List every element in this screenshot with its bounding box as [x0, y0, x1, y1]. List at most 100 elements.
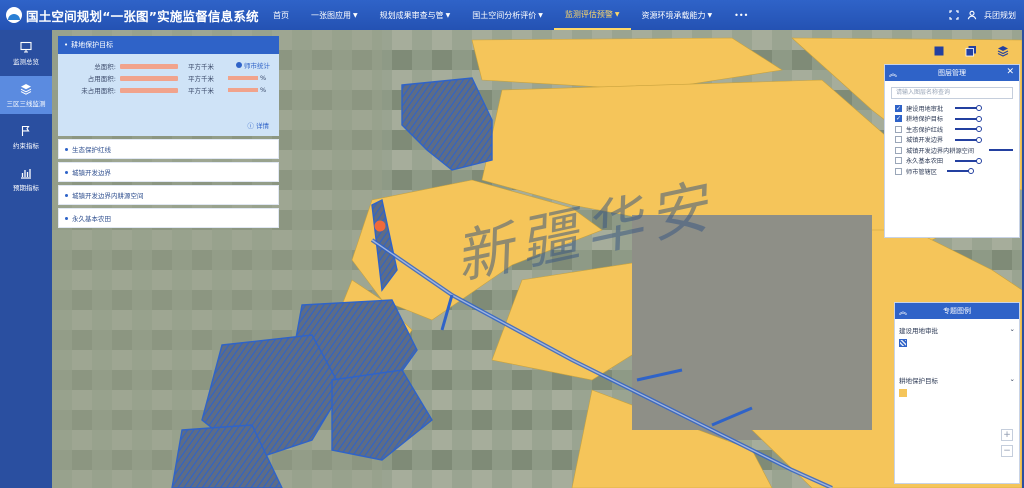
division-stats-toggle[interactable]: 师市统计 — [236, 60, 270, 70]
detail-link[interactable]: ⓘ 详情 — [247, 120, 269, 130]
nav-item-monitoring[interactable]: 监测评估预警 ▼ — [553, 0, 631, 30]
layer-search-input[interactable]: 请输入图层名称查询 — [891, 87, 1013, 99]
chevron-down-icon: ▼ — [614, 10, 620, 18]
legend-group[interactable]: 建设用地审批 ⌄ — [895, 319, 1019, 337]
sidebar-item-expected[interactable]: 预期指标 — [0, 160, 52, 198]
bullet-icon — [65, 193, 68, 197]
sidebar-item-constraint[interactable]: 约束指标 — [0, 118, 52, 156]
legend-panel-header: ︽ 专题图例 — [895, 303, 1019, 319]
map-toolbar — [923, 40, 1019, 62]
slider-knob[interactable] — [976, 136, 982, 143]
opacity-slider[interactable] — [947, 168, 974, 174]
query-panel-header[interactable]: • 耕地保护目标 — [58, 36, 279, 54]
layer-item[interactable]: 城镇开发边界 — [885, 135, 1019, 146]
checkbox[interactable] — [895, 167, 902, 175]
user-name[interactable]: 兵团规划 — [984, 10, 1016, 21]
stat-row: 未占用面积: 平方千米 % — [81, 86, 267, 95]
sidebar-item-overview[interactable]: 监测总览 — [0, 34, 52, 72]
opacity-slider[interactable] — [955, 126, 982, 132]
legend-spacer — [895, 355, 1019, 369]
chevron-down-icon: ⌄ — [1009, 325, 1015, 333]
flag-icon — [20, 125, 32, 137]
stat-value-bar — [120, 87, 178, 93]
stat-percent-bar — [228, 88, 258, 92]
query-row-urban-inner-space[interactable]: 城镇开发边界内耕源空间 — [58, 185, 279, 205]
layers-icon — [20, 83, 32, 95]
monitor-icon — [20, 41, 32, 53]
nav-item-resource-capacity[interactable]: 资源环境承载能力 ▼ — [631, 0, 724, 30]
checkbox-checked[interactable]: ✓ — [895, 104, 902, 112]
layer-panel-header: ︽ 图层管理 ✕ — [885, 65, 1019, 81]
query-panel: • 耕地保护目标 总面积: 平方千米 占用面积: 平方千米 % 未占用面积: 平… — [58, 36, 279, 228]
brand: 国土空间规划“一张图”实施监督信息系统 — [0, 6, 262, 25]
nav-item-one-map[interactable]: 一张图应用 ▼ — [300, 0, 369, 30]
zoom-out-button[interactable]: − — [1001, 445, 1013, 457]
stat-value-bar — [120, 75, 178, 81]
layers-stack-icon[interactable] — [997, 45, 1009, 57]
checkbox[interactable] — [895, 146, 902, 154]
chevron-down-icon: ▼ — [538, 11, 543, 19]
checkbox[interactable] — [895, 136, 902, 144]
stat-percent-bar — [228, 76, 258, 80]
legend-swatch-hatch — [899, 339, 907, 347]
fullscreen-icon[interactable] — [948, 9, 960, 21]
layer-item[interactable]: ✓ 建设用地审批 — [885, 103, 1019, 114]
query-row-urban-boundary[interactable]: 城镇开发边界 — [58, 162, 279, 182]
query-panel-stats: 总面积: 平方千米 占用面积: 平方千米 % 未占用面积: 平方千米 % 师市统… — [58, 54, 279, 136]
layer-management-panel: ︽ 图层管理 ✕ 请输入图层名称查询 ✓ 建设用地审批 ✓ 耕地保护目标 生态保护红… — [884, 64, 1020, 238]
legend-panel: ︽ 专题图例 建设用地审批 ⌄ 耕地保护目标 ⌄ + − — [894, 302, 1020, 484]
layer-item[interactable]: 生态保护红线 — [885, 124, 1019, 135]
bullet-icon — [65, 170, 68, 174]
layer-item[interactable]: 城镇开发边界内耕源空间 — [885, 145, 1019, 156]
nav-item-space-analysis[interactable]: 国土空间分析评价 ▼ — [461, 0, 554, 30]
opacity-slider[interactable] — [955, 136, 982, 143]
zoom-in-button[interactable]: + — [1001, 429, 1013, 441]
slider-knob[interactable] — [976, 126, 982, 132]
user-icon[interactable] — [966, 9, 978, 21]
close-icon[interactable]: ✕ — [1006, 67, 1014, 77]
nav-item-home[interactable]: 首页 — [262, 0, 300, 30]
chevron-down-icon: ⌄ — [1009, 375, 1015, 383]
chevron-down-icon: ▼ — [353, 11, 358, 19]
opacity-slider[interactable] — [989, 149, 1013, 151]
opacity-slider[interactable] — [955, 157, 982, 164]
checkbox[interactable] — [895, 125, 902, 133]
copy-layers-icon[interactable] — [965, 45, 977, 57]
stat-row: 占用面积: 平方千米 % — [87, 74, 267, 83]
bullet-icon — [65, 147, 68, 151]
left-sidebar: 监测总览 三区三线监测 约束指标 预期指标 — [0, 30, 52, 488]
opacity-slider[interactable] — [955, 105, 982, 111]
collapse-icon[interactable]: ︽ — [899, 306, 907, 317]
nav-more-button[interactable]: ••• — [723, 0, 759, 30]
slider-knob[interactable] — [968, 168, 974, 174]
chevron-down-icon: ▼ — [707, 11, 713, 19]
layer-item[interactable]: 师市管辖区 — [885, 166, 1019, 177]
info-icon: ⓘ — [247, 122, 254, 130]
slider-knob[interactable] — [976, 115, 982, 122]
app-title: 国土空间规划“一张图”实施监督信息系统 — [26, 8, 259, 24]
stat-value-bar — [120, 63, 178, 69]
chevron-down-icon: ▼ — [445, 11, 451, 19]
basemap-square-icon[interactable] — [933, 45, 945, 57]
sidebar-item-three-zones[interactable]: 三区三线监测 — [0, 76, 52, 114]
top-bar: 国土空间规划“一张图”实施监督信息系统 首页 一张图应用 ▼ 规划成果审查与管 ▼ … — [0, 0, 1024, 30]
legend-swatch-solid — [899, 389, 907, 397]
query-row-eco-redline[interactable]: 生态保护红线 — [58, 139, 279, 159]
slider-knob[interactable] — [976, 105, 982, 111]
query-row-basic-farmland[interactable]: 永久基本农田 — [58, 208, 279, 228]
main-nav: 首页 一张图应用 ▼ 规划成果审查与管 ▼ 国土空间分析评价 ▼ 监测评估预警 ▼ 资源… — [262, 0, 759, 30]
app-logo-icon — [6, 7, 22, 23]
bar-chart-icon — [20, 167, 32, 179]
nav-item-plan-review[interactable]: 规划成果审查与管 ▼ — [369, 0, 462, 30]
opacity-slider[interactable] — [955, 115, 982, 122]
bullet-icon — [65, 216, 68, 220]
collapse-icon[interactable]: ︽ — [889, 68, 897, 79]
checkbox-checked[interactable]: ✓ — [895, 115, 902, 123]
checkbox[interactable] — [895, 157, 902, 165]
layer-item[interactable]: 永久基本农田 — [885, 156, 1019, 167]
top-right-tools: 兵团规划 — [948, 0, 1016, 30]
radio-icon — [236, 62, 242, 68]
legend-group[interactable]: 耕地保护目标 ⌄ — [895, 369, 1019, 387]
slider-knob[interactable] — [976, 157, 982, 164]
layer-item[interactable]: ✓ 耕地保护目标 — [885, 114, 1019, 125]
